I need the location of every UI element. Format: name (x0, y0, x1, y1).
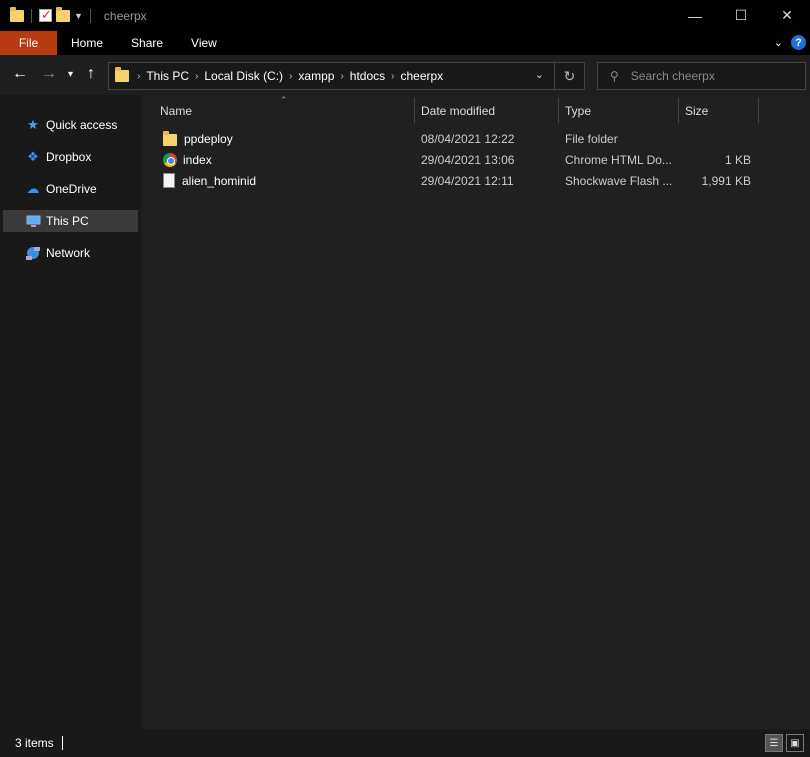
back-arrow-icon[interactable]: ← (12, 65, 28, 83)
type-cell: Chrome HTML Do... (565, 152, 672, 167)
breadcrumb-separator-icon[interactable]: › (391, 71, 394, 82)
network-icon (25, 245, 41, 261)
title-bar: ▼ cheerpx — ☐ ✕ (0, 0, 810, 31)
sidebar-item-label: OneDrive (46, 182, 97, 196)
large-icons-view-icon[interactable]: ▣ (786, 734, 804, 752)
sidebar-item-label: This PC (46, 214, 89, 228)
breadcrumb-separator-icon: › (137, 70, 141, 82)
column-header-size[interactable]: Size (679, 98, 758, 123)
sidebar-item-label: Network (46, 246, 91, 260)
size-cell: 1 KB (724, 152, 751, 167)
help-icon[interactable]: ? (791, 35, 806, 50)
search-input[interactable] (630, 69, 781, 83)
sidebar-item-dropbox[interactable]: ❖ Dropbox (3, 146, 138, 168)
column-header-date[interactable]: Date modified (415, 98, 558, 123)
star-icon: ★ (27, 117, 39, 132)
column-header-name[interactable]: Name (154, 98, 414, 123)
toolbar-separator (89, 8, 91, 23)
tab-file[interactable]: File (0, 31, 57, 55)
size-cell: 1,991 KB (701, 173, 751, 188)
type-cell: File folder (565, 131, 618, 146)
breadcrumb-cheerpx[interactable]: cheerpx (400, 69, 443, 83)
window-title: cheerpx (103, 8, 147, 23)
file-icon (163, 173, 175, 188)
table-row[interactable]: alien_hominid 29/04/2021 12:11 Shockwave… (141, 170, 810, 191)
date-modified-cell: 08/04/2021 12:22 (421, 131, 515, 146)
breadcrumb-separator-icon[interactable]: › (289, 71, 292, 82)
refresh-icon[interactable]: ↻ (554, 63, 584, 89)
address-dropdown-icon[interactable]: ⌄ (535, 68, 544, 81)
sidebar-item-onedrive[interactable]: ☁ OneDrive (3, 178, 138, 200)
minimize-button[interactable]: — (672, 0, 718, 31)
file-list: ⌃ Name Date modified Type Size ppdeploy … (141, 95, 810, 729)
folder-icon (10, 6, 24, 22)
tab-share[interactable]: Share (117, 31, 177, 55)
forward-arrow-icon[interactable]: → (41, 65, 57, 83)
search-box[interactable]: ⚲ (597, 62, 806, 90)
column-header-type[interactable]: Type (559, 98, 678, 123)
size-cell (681, 128, 751, 149)
close-button[interactable]: ✕ (764, 0, 810, 31)
breadcrumb-separator-icon[interactable]: › (340, 71, 343, 82)
maximize-button[interactable]: ☐ (718, 0, 764, 31)
new-folder-icon[interactable] (56, 6, 70, 22)
dropbox-icon: ❖ (27, 149, 39, 164)
breadcrumb-this-pc[interactable]: This PC (146, 69, 189, 83)
folder-icon (163, 130, 177, 146)
search-icon: ⚲ (610, 69, 619, 83)
breadcrumb-xampp[interactable]: xampp (298, 69, 334, 83)
tab-home[interactable]: Home (57, 31, 117, 55)
recent-locations-chevron-icon[interactable]: ▾ (68, 69, 73, 80)
file-name-cell: ppdeploy (163, 128, 413, 149)
type-cell: Shockwave Flash ... (565, 173, 673, 188)
sidebar-item-this-pc[interactable]: This PC (3, 210, 138, 232)
date-modified-cell: 29/04/2021 12:11 (421, 173, 514, 188)
file-name: alien_hominid (182, 173, 257, 188)
quick-access-toolbar: ▼ cheerpx (0, 6, 147, 23)
up-arrow-icon[interactable]: ↑ (87, 65, 95, 83)
sidebar-item-quick-access[interactable]: ★ Quick access (3, 114, 138, 136)
address-bar[interactable]: › This PC › Local Disk (C:) › xampp › ht… (108, 62, 585, 90)
table-row[interactable]: index 29/04/2021 13:06 Chrome HTML Do...… (141, 149, 810, 170)
file-name-cell: alien_hominid (163, 170, 413, 191)
details-view-icon[interactable]: ☰ (765, 734, 783, 752)
navigation-bar: ← → ▾ ↑ › This PC › Local Disk (C:) › xa… (0, 55, 810, 95)
date-modified-cell: 29/04/2021 13:06 (421, 152, 515, 167)
customize-toolbar-icon[interactable]: ▼ (74, 11, 83, 21)
sidebar-item-network[interactable]: Network (3, 242, 138, 264)
properties-icon[interactable] (39, 7, 52, 23)
status-bar: 3 items ☰ ▣ (0, 729, 810, 757)
ribbon-tabs: File Home Share View ⌄ ? (0, 31, 810, 55)
file-name-cell: index (163, 149, 413, 170)
breadcrumb-separator-icon[interactable]: › (195, 71, 198, 82)
file-name: ppdeploy (184, 131, 233, 146)
table-row[interactable]: ppdeploy 08/04/2021 12:22 File folder (141, 128, 810, 149)
chrome-icon (163, 152, 177, 167)
expand-ribbon-icon[interactable]: ⌄ (774, 36, 783, 49)
breadcrumb-htdocs[interactable]: htdocs (350, 69, 385, 83)
sidebar-item-label: Quick access (46, 118, 118, 132)
tab-view[interactable]: View (177, 31, 231, 55)
column-divider[interactable] (758, 98, 759, 123)
cloud-icon: ☁ (26, 181, 40, 196)
toolbar-separator (31, 8, 32, 23)
sidebar-item-label: Dropbox (46, 150, 92, 164)
navigation-pane: ★ Quick access ❖ Dropbox ☁ OneDrive This… (0, 95, 141, 729)
breadcrumb-local-disk[interactable]: Local Disk (C:) (204, 69, 283, 83)
item-count: 3 items (15, 736, 54, 750)
file-name: index (183, 152, 212, 167)
folder-icon (115, 67, 129, 82)
status-separator (61, 736, 63, 750)
monitor-icon (25, 213, 41, 229)
